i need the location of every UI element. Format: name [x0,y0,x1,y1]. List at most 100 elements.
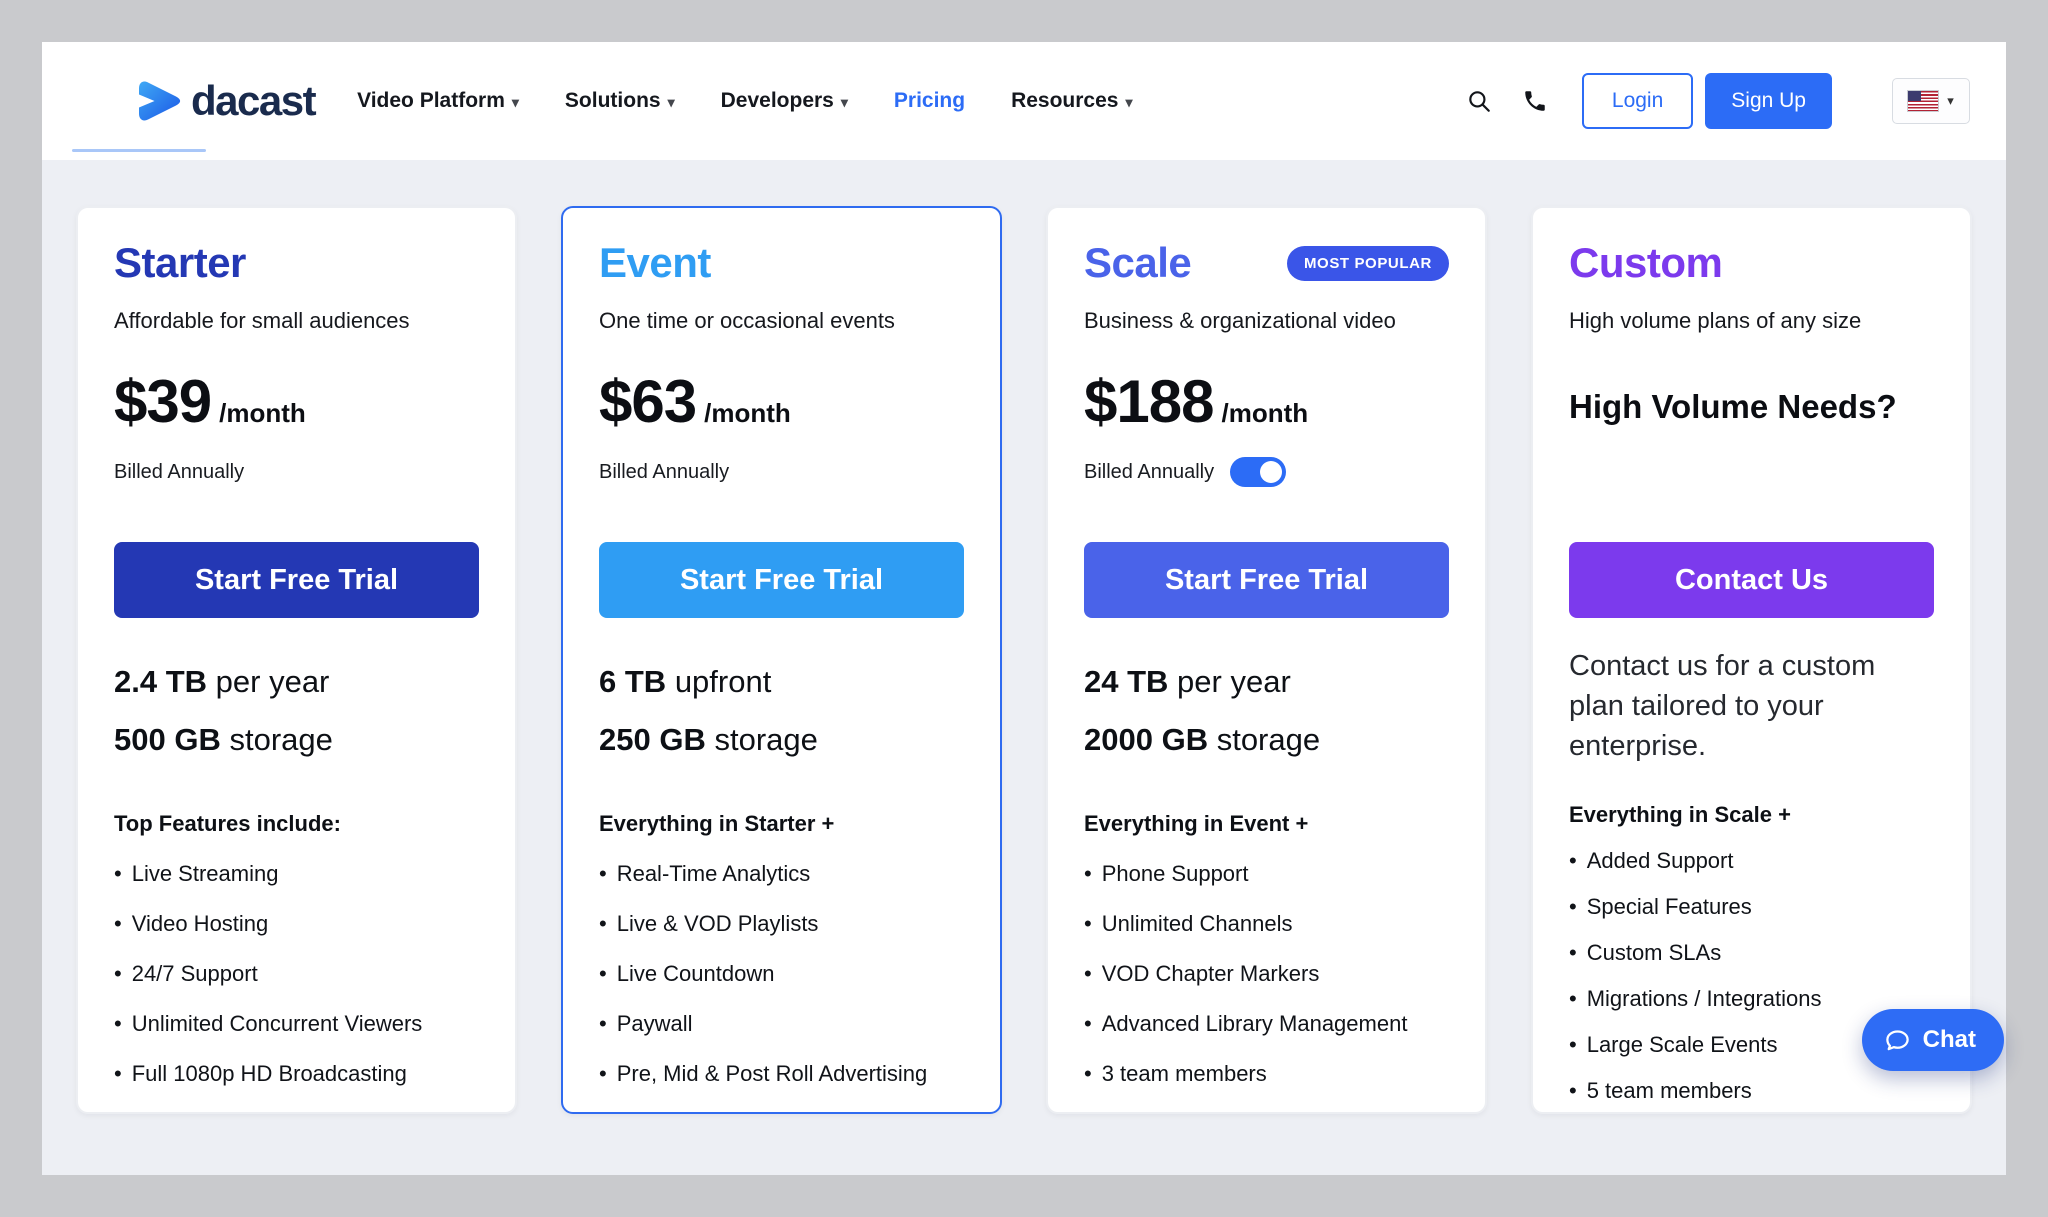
feature-item: Unlimited Channels [1084,911,1449,937]
feature-item: 24/7 Support [114,961,479,987]
dacast-logo-icon [132,79,182,123]
plan-heading: High Volume Needs? [1569,388,1934,426]
feature-item: Live Countdown [599,961,964,987]
plan-tagline: One time or occasional events [599,308,964,334]
pricing-section: Starter Affordable for small audiences $… [42,160,2006,1175]
plan-allowances: 2.4 TB per year 500 GB storage [114,664,479,757]
language-selector[interactable]: ▾ [1892,78,1970,124]
bandwidth-value: 6 TB [599,664,666,699]
storage-label: storage [1217,722,1320,757]
feature-item: Paywall [599,1011,964,1037]
price-period: /month [1221,398,1308,429]
feature-item: Advanced Library Management [1084,1011,1449,1037]
feature-item: Pre, Mid & Post Roll Advertising [599,1061,964,1087]
nav-label: Pricing [894,89,965,113]
main-nav: Video Platform ▾ Solutions ▾ Developers … [357,89,1132,113]
plan-cards: Starter Affordable for small audiences $… [76,206,1972,1114]
plan-head: Scale MOST POPULAR Business & organizati… [1084,242,1449,542]
plan-title: Scale [1084,242,1191,284]
nav-label: Developers [721,89,834,113]
search-icon [1466,88,1492,114]
nav-video-platform[interactable]: Video Platform ▾ [357,89,519,113]
chevron-down-icon: ▾ [512,94,519,111]
plan-features: Everything in Event + Phone Support Unli… [1084,811,1449,1087]
nav-label: Solutions [565,89,661,113]
header: dacast Video Platform ▾ Solutions ▾ Deve… [42,42,2006,160]
feature-item: Special Features [1569,894,1934,920]
feature-item: Live Streaming [114,861,479,887]
plan-title: Custom [1569,242,1722,284]
bandwidth-label: upfront [675,664,772,699]
plan-card-custom: Custom High volume plans of any size Hig… [1531,206,1972,1114]
plan-card-event: Event One time or occasional events $63 … [561,206,1002,1114]
feature-item: Migrations / Integrations [1569,986,1934,1012]
storage-line: 500 GB storage [114,722,479,758]
bandwidth-value: 2.4 TB [114,664,207,699]
phone-icon [1522,88,1548,114]
price-amount: $63 [599,372,696,432]
feature-item: VOD Chapter Markers [1084,961,1449,987]
chat-label: Chat [1923,1026,1976,1054]
nav-resources[interactable]: Resources ▾ [1011,89,1132,113]
storage-label: storage [714,722,817,757]
plan-description: Contact us for a custom plan tailored to… [1569,646,1934,766]
contact-us-button[interactable]: Contact Us [1569,542,1934,618]
most-popular-badge: MOST POPULAR [1287,246,1449,281]
plan-title: Event [599,242,711,284]
search-button[interactable] [1466,88,1492,114]
chevron-down-icon: ▾ [1947,93,1954,109]
start-free-trial-button[interactable]: Start Free Trial [1084,542,1449,618]
chevron-down-icon: ▾ [841,94,848,111]
billing-toggle[interactable] [1230,457,1286,487]
header-actions: Login Sign Up ▾ [1466,73,1970,129]
signup-button[interactable]: Sign Up [1705,73,1832,129]
plan-features: Everything in Starter + Real-Time Analyt… [599,811,964,1087]
storage-value: 2000 GB [1084,722,1208,757]
plan-tagline: High volume plans of any size [1569,308,1934,334]
start-free-trial-button[interactable]: Start Free Trial [114,542,479,618]
price-amount: $39 [114,372,211,432]
features-title: Top Features include: [114,811,479,837]
nav-solutions[interactable]: Solutions ▾ [565,89,675,113]
price-amount: $188 [1084,372,1213,432]
login-button[interactable]: Login [1582,73,1693,129]
bandwidth-value: 24 TB [1084,664,1168,699]
feature-item: Full 1080p HD Broadcasting [114,1061,479,1087]
plan-features: Top Features include: Live Streaming Vid… [114,811,479,1087]
nav-label: Video Platform [357,89,505,113]
feature-item: Real-Time Analytics [599,861,964,887]
storage-line: 2000 GB storage [1084,722,1449,758]
feature-item: Unlimited Concurrent Viewers [114,1011,479,1037]
plan-tagline: Business & organizational video [1084,308,1449,334]
features-title: Everything in Scale + [1569,802,1934,828]
plan-tagline: Affordable for small audiences [114,308,479,334]
bandwidth-line: 6 TB upfront [599,664,964,700]
chevron-down-icon: ▾ [1125,94,1132,111]
plan-allowances: 6 TB upfront 250 GB storage [599,664,964,757]
chat-button[interactable]: Chat [1862,1009,2004,1071]
nav-pricing[interactable]: Pricing [894,89,965,113]
start-free-trial-button[interactable]: Start Free Trial [599,542,964,618]
page: dacast Video Platform ▾ Solutions ▾ Deve… [42,42,2006,1175]
bandwidth-line: 24 TB per year [1084,664,1449,700]
phone-button[interactable] [1522,88,1548,114]
feature-item: Video Hosting [114,911,479,937]
bandwidth-label: per year [1177,664,1291,699]
plan-allowances: 24 TB per year 2000 GB storage [1084,664,1449,757]
storage-value: 500 GB [114,722,221,757]
nav-developers[interactable]: Developers ▾ [721,89,848,113]
bandwidth-label: per year [216,664,330,699]
plan-price: $39 /month [114,372,479,432]
nav-label: Resources [1011,89,1118,113]
features-title: Everything in Starter + [599,811,964,837]
header-scroll-indicator [72,149,206,152]
chat-icon [1884,1027,1911,1054]
billing-label: Billed Annually [599,461,729,484]
feature-item: Phone Support [1084,861,1449,887]
feature-item: 5 team members [1569,1078,1934,1104]
chevron-down-icon: ▾ [668,94,675,111]
billing-label: Billed Annually [114,461,244,484]
plan-price: $63 /month [599,372,964,432]
bandwidth-line: 2.4 TB per year [114,664,479,700]
logo[interactable]: dacast [132,77,315,125]
